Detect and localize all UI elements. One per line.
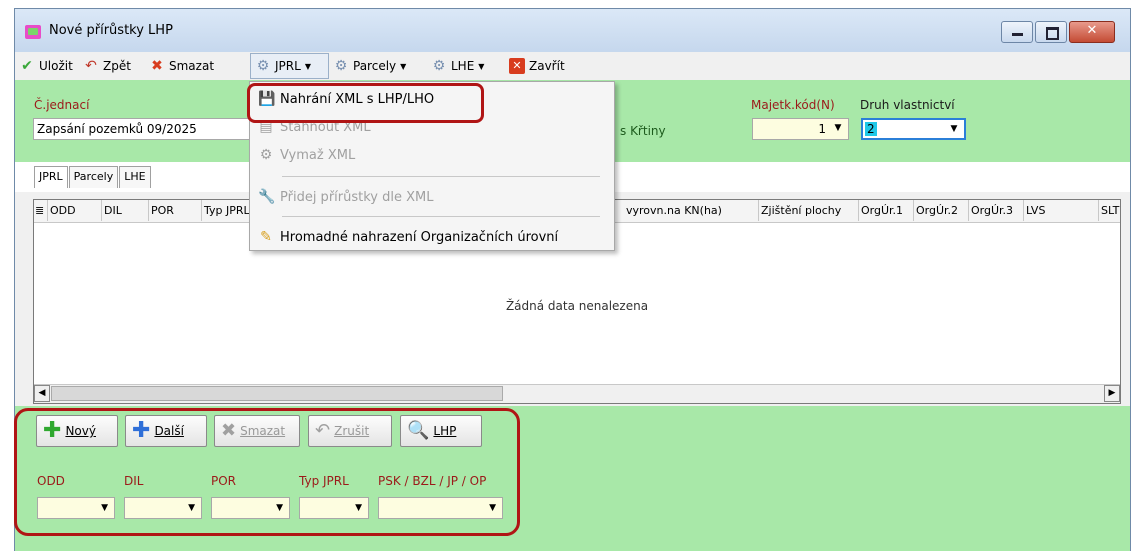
row-selector-icon[interactable]: ≣ <box>34 200 48 221</box>
scroll-left-icon[interactable]: ◀ <box>34 385 50 402</box>
menu-item-bulk-replace[interactable]: ✎ Hromadné nahrazení Organizačních úrovn… <box>250 224 614 250</box>
menu-item-delete-xml[interactable]: ⚙ Vymaž XML <box>250 142 614 168</box>
scroll-right-icon[interactable]: ▶ <box>1104 385 1120 402</box>
app-icon <box>25 25 41 39</box>
delete-x-icon: ✖ <box>151 58 163 74</box>
chevron-down-icon: ▼ <box>950 124 958 134</box>
dropdown-arrow-icon: ▼ <box>400 61 407 71</box>
tab-strip: JPRL Parcely LHE <box>34 166 152 188</box>
col-header-orgur3[interactable]: OrgÚr.3 <box>969 200 1024 221</box>
close-window-button[interactable] <box>1069 21 1115 43</box>
close-icon: ✕ <box>509 58 525 74</box>
checkmark-icon: ✔ <box>21 58 33 74</box>
maximize-button[interactable] <box>1035 21 1067 43</box>
cj-label: Č.jednací <box>34 98 90 112</box>
menu-separator <box>282 176 600 177</box>
dropdown-arrow-icon: ▼ <box>304 61 311 71</box>
gears-icon: ⚙ <box>334 58 348 74</box>
gears-icon: ⚙ <box>432 58 446 74</box>
col-header-orgur1[interactable]: OrgÚr.1 <box>859 200 914 221</box>
gears-icon: ⚙ <box>259 147 273 163</box>
minimize-button[interactable] <box>1001 21 1033 43</box>
back-button[interactable]: ↶ Zpět <box>83 58 131 74</box>
highlight-box-menu-item <box>247 83 484 123</box>
tab-lhe[interactable]: LHE <box>119 166 151 188</box>
majetk-label: Majetk.kód(N) <box>751 98 835 112</box>
col-header-dil[interactable]: DIL <box>102 200 149 221</box>
location-partial-text: s Křtiny <box>620 124 666 138</box>
col-header-slt[interactable]: SLT <box>1099 200 1121 221</box>
scroll-thumb[interactable] <box>51 386 503 401</box>
druh-combo[interactable]: 2 ▼ <box>861 118 966 140</box>
cj-input[interactable]: Zapsání pozemků 09/2025 <box>33 118 250 140</box>
col-header-por[interactable]: POR <box>149 200 202 221</box>
highlight-box-edit-panel <box>14 408 520 536</box>
tab-jprl[interactable]: JPRL <box>34 166 68 188</box>
lhe-menu-button[interactable]: ⚙ LHE ▼ <box>431 58 485 74</box>
col-header-vyrovn[interactable]: vyrovn.na KN(ha) <box>624 200 759 221</box>
window-title: Nové přírůstky LHP <box>49 23 173 38</box>
delete-button[interactable]: ✖ Smazat <box>149 58 214 74</box>
undo-arrow-icon: ↶ <box>85 58 97 74</box>
pencil-icon: ✎ <box>260 229 272 245</box>
empty-grid-message: Žádná data nenalezena <box>505 299 649 313</box>
chevron-down-icon: ▼ <box>834 123 842 133</box>
col-header-orgur2[interactable]: OrgÚr.2 <box>914 200 969 221</box>
wrench-icon: 🔧 <box>258 189 276 205</box>
menu-item-add-by-xml[interactable]: 🔧 Přidej přírůstky dle XML <box>250 184 614 210</box>
majetk-combo[interactable]: 1 ▼ <box>752 118 849 140</box>
parcely-menu-button[interactable]: ⚙ Parcely ▼ <box>333 58 407 74</box>
title-bar: Nové přírůstky LHP <box>15 9 1130 53</box>
dropdown-arrow-icon: ▼ <box>478 61 485 71</box>
toolbar: ✔ Uložit ↶ Zpět ✖ Smazat ⚙ JPRL ▼ ⚙ Parc… <box>15 52 1130 80</box>
col-header-zjisteni[interactable]: Zjištění plochy <box>759 200 859 221</box>
col-header-odd[interactable]: ODD <box>48 200 102 221</box>
save-button[interactable]: ✔ Uložit <box>19 58 73 74</box>
tab-parcely[interactable]: Parcely <box>68 166 119 188</box>
horizontal-scrollbar[interactable]: ◀ ▶ <box>34 384 1120 403</box>
jprl-menu-button[interactable]: ⚙ JPRL ▼ <box>255 58 311 74</box>
menu-separator <box>282 216 600 217</box>
druh-label: Druh vlastnictví <box>860 98 955 112</box>
col-header-lvs[interactable]: LVS <box>1024 200 1099 221</box>
gears-icon: ⚙ <box>256 58 270 74</box>
close-button[interactable]: ✕ Zavřít <box>509 58 565 74</box>
